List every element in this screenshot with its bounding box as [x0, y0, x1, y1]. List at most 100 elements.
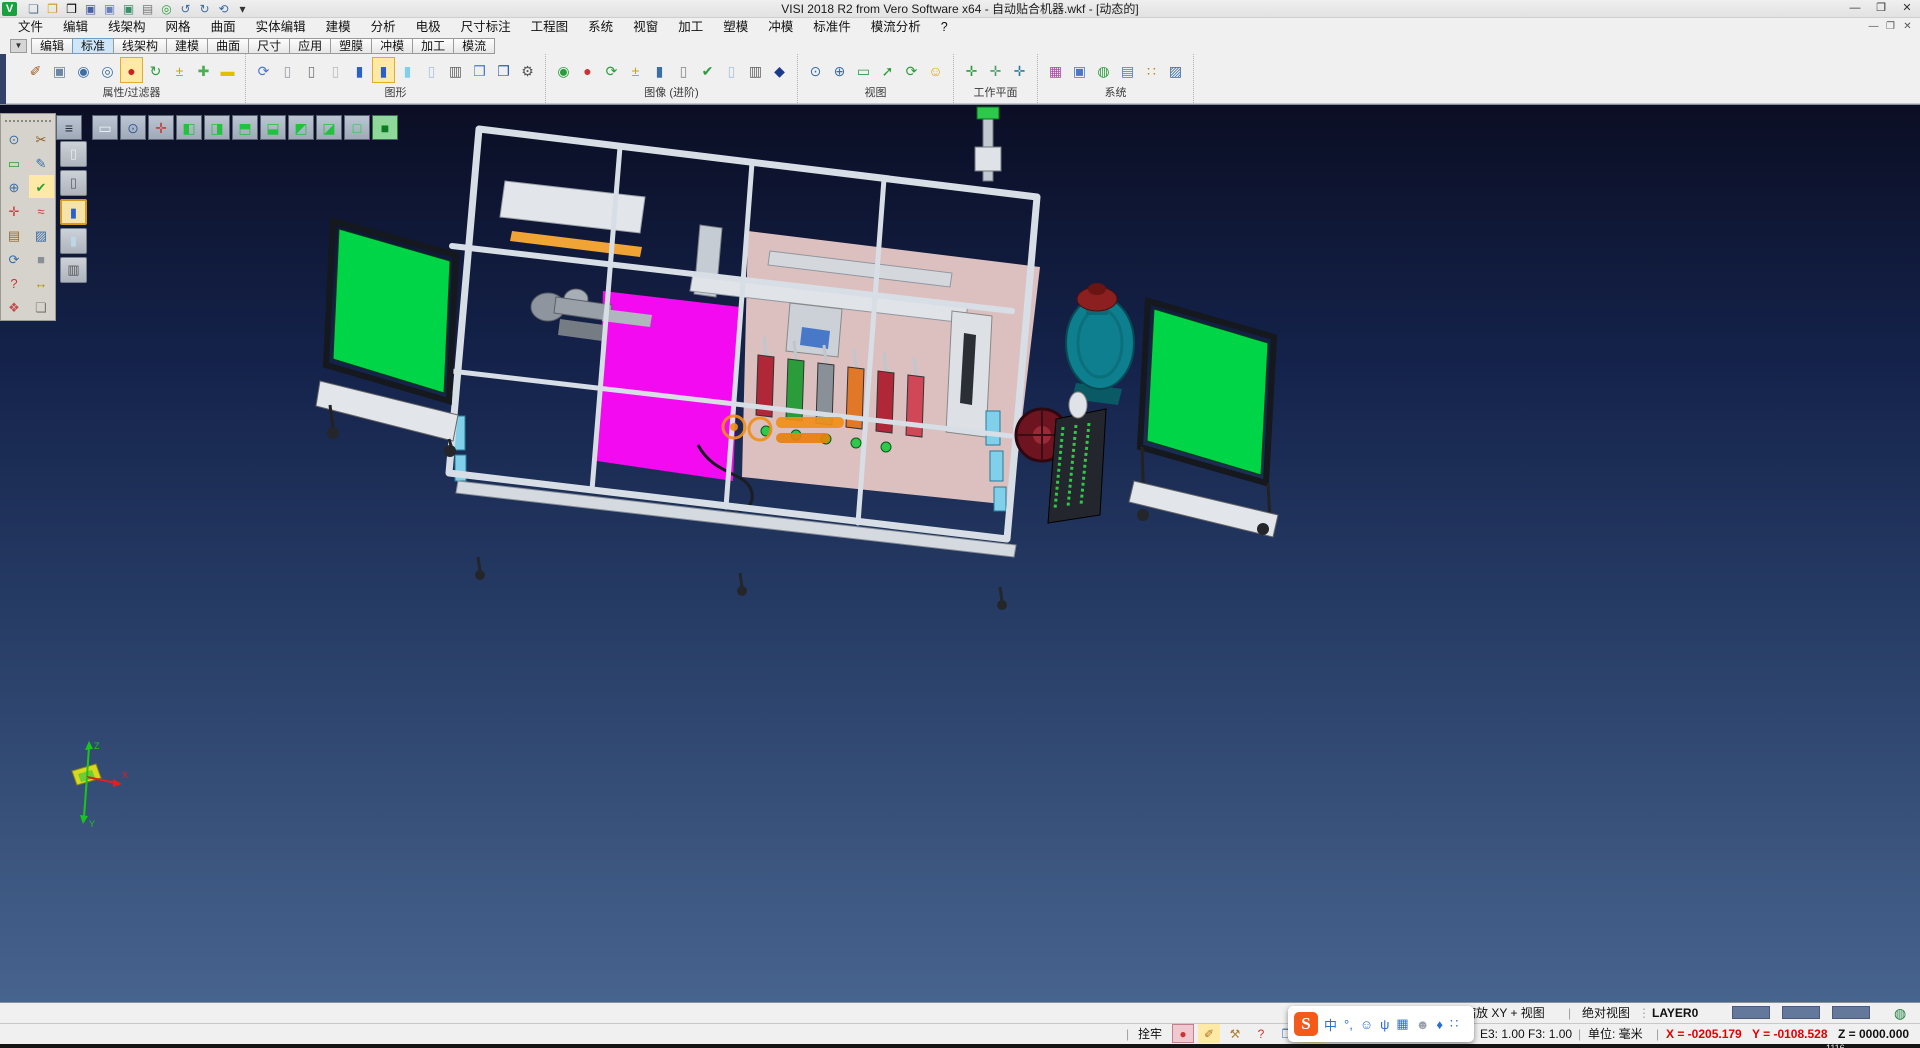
sogou-logo-icon[interactable]: S: [1294, 1012, 1318, 1036]
image-ghost-icon[interactable]: ▯: [720, 57, 743, 83]
select-zoom-icon[interactable]: ⊙: [2, 127, 27, 150]
view-cube-bottom-icon[interactable]: ◨: [204, 115, 230, 140]
layer-color-swatch[interactable]: [1832, 1006, 1870, 1019]
ime-toolbox-icon[interactable]: ∷: [1450, 1016, 1458, 1032]
rect-profile-icon[interactable]: ▭: [2, 151, 27, 174]
selection-filter-icon[interactable]: ∷: [1140, 57, 1163, 83]
render-settings-icon[interactable]: ⚙: [516, 57, 539, 83]
refresh-model-icon[interactable]: ⟳: [2, 247, 27, 270]
regen-graphics-icon[interactable]: ⟳: [252, 57, 275, 83]
ime-skin-icon[interactable]: ♦: [1436, 1017, 1443, 1032]
absolute-view-label[interactable]: 绝对视图: [1582, 1003, 1630, 1023]
view-cube-back-icon[interactable]: ⬓: [260, 115, 286, 140]
layer-palette-icon[interactable]: ▤: [2, 223, 27, 246]
globe-icon[interactable]: ◍: [1894, 1003, 1906, 1023]
panel-grip[interactable]: [5, 120, 51, 124]
confirm-check-icon[interactable]: ✔: [29, 175, 54, 198]
image-bars-icon[interactable]: ▮: [648, 57, 671, 83]
active-layer-label[interactable]: LAYER0: [1652, 1003, 1698, 1023]
spline-pencil-icon[interactable]: ✎: [29, 151, 54, 174]
ime-punct-icon[interactable]: °,: [1344, 1017, 1353, 1032]
show-all-icon[interactable]: ✚: [192, 57, 215, 83]
restore-button[interactable]: ❐: [1868, 0, 1894, 18]
pan-view-icon[interactable]: ➚: [876, 57, 899, 83]
menu-item[interactable]: 曲面: [201, 18, 246, 37]
menu-item[interactable]: 模流分析: [861, 18, 931, 37]
menu-item[interactable]: ?: [931, 18, 958, 37]
table-edit-icon[interactable]: ▤: [1116, 57, 1139, 83]
menu-item[interactable]: 分析: [361, 18, 406, 37]
fit-view-icon[interactable]: ▭: [92, 115, 118, 140]
view-cube-wire-icon[interactable]: □: [344, 115, 370, 140]
cylinder-double-icon[interactable]: ❒: [468, 57, 491, 83]
layer-color-swatch[interactable]: [1732, 1006, 1770, 1019]
ime-keyboard-icon[interactable]: ▦: [1396, 1016, 1408, 1032]
menu-item[interactable]: 电极: [406, 18, 451, 37]
menu-item[interactable]: 冲模: [758, 18, 803, 37]
workplane-align-icon[interactable]: ✛: [1008, 57, 1031, 83]
freehand-curve-icon[interactable]: ≈: [29, 199, 54, 222]
menu-item[interactable]: 工程图: [521, 18, 579, 37]
tab[interactable]: 应用: [289, 38, 331, 54]
wand-icon[interactable]: ✐: [1198, 1024, 1220, 1043]
tab[interactable]: 建模: [166, 38, 208, 54]
mdi-minimize-button[interactable]: —: [1865, 18, 1882, 37]
redo-icon[interactable]: ↻: [196, 1, 213, 17]
menu-item[interactable]: 加工: [668, 18, 713, 37]
view-cube-iso-icon[interactable]: ■: [372, 115, 398, 140]
menu-item[interactable]: 系统: [578, 18, 623, 37]
undo-icon[interactable]: ↺: [177, 1, 194, 17]
hide-entities-icon[interactable]: ◎: [96, 57, 119, 83]
hide-all-icon[interactable]: ▬: [216, 57, 239, 83]
shaded-view-icon[interactable]: ☺: [924, 57, 947, 83]
workplane-create-icon[interactable]: ✛: [960, 57, 983, 83]
snap-lock-label[interactable]: 拴牢: [1138, 1024, 1162, 1044]
new-file-icon[interactable]: ❏: [25, 1, 42, 17]
menu-item[interactable]: 建模: [316, 18, 361, 37]
display-transparent-icon[interactable]: ▮: [60, 228, 87, 254]
viewport-menu-icon[interactable]: ≡: [56, 115, 82, 140]
cylinder-transparent-icon[interactable]: ▮: [396, 57, 419, 83]
rotate-view-icon[interactable]: ⟳: [900, 57, 923, 83]
tab[interactable]: 尺寸: [248, 38, 290, 54]
image-show-add-icon[interactable]: ◉: [552, 57, 575, 83]
tab-overflow-button[interactable]: ▼: [10, 39, 27, 53]
ime-emoji-icon[interactable]: ☺: [1360, 1017, 1373, 1032]
zoom-actual-icon[interactable]: ▭: [852, 57, 875, 83]
save-icon[interactable]: ▣: [82, 1, 99, 17]
trim-curve-icon[interactable]: ✂: [29, 127, 54, 150]
open-copy-icon[interactable]: ❒: [63, 1, 80, 17]
ime-lang-mode-icon[interactable]: 中: [1324, 1015, 1337, 1034]
tab-active[interactable]: 标准: [72, 38, 114, 54]
cylinder-hidden-line-icon[interactable]: ▯: [324, 57, 347, 83]
zoom-select-icon[interactable]: ⊕: [2, 175, 27, 198]
image-wireframe-icon[interactable]: ▥: [744, 57, 767, 83]
toggle-visibility-icon[interactable]: ±: [168, 57, 191, 83]
close-button[interactable]: ✕: [1894, 0, 1920, 18]
tab[interactable]: 线架构: [113, 38, 167, 54]
cylinder-ghost-icon[interactable]: ▯: [420, 57, 443, 83]
refresh-visibility-icon[interactable]: ↻: [144, 57, 167, 83]
cylinder-shaded-icon[interactable]: ▮: [348, 57, 371, 83]
grid-perspective-icon[interactable]: ▨: [1164, 57, 1187, 83]
view-cube-front-icon[interactable]: ⬒: [232, 115, 258, 140]
view-cube-right-icon[interactable]: ◪: [316, 115, 342, 140]
zoom-view-label[interactable]: 缩放 XY + 视图: [1464, 1003, 1545, 1023]
menu-item[interactable]: 视窗: [623, 18, 668, 37]
layer-color-swatch[interactable]: [1782, 1006, 1820, 1019]
show-entities-icon[interactable]: ◉: [72, 57, 95, 83]
cylinder-shaded-edges-icon[interactable]: ▮: [372, 57, 395, 83]
filter-traffic-light-icon[interactable]: ●: [120, 57, 143, 83]
image-traffic-light-icon[interactable]: ●: [576, 57, 599, 83]
color-palette-icon[interactable]: ▦: [1044, 57, 1067, 83]
tab[interactable]: 曲面: [207, 38, 249, 54]
view-cube-left-icon[interactable]: ◩: [288, 115, 314, 140]
attribute-paint-icon[interactable]: ✐: [24, 57, 47, 83]
save-as-icon[interactable]: ▣: [101, 1, 118, 17]
image-cylinder-icon[interactable]: ▯: [672, 57, 695, 83]
status-help-icon[interactable]: ?: [1250, 1024, 1272, 1043]
image-shield-icon[interactable]: ◆: [768, 57, 791, 83]
tab[interactable]: 冲模: [371, 38, 413, 54]
cylinder-copy-icon[interactable]: ❐: [492, 57, 515, 83]
menu-item[interactable]: 文件: [8, 18, 53, 37]
